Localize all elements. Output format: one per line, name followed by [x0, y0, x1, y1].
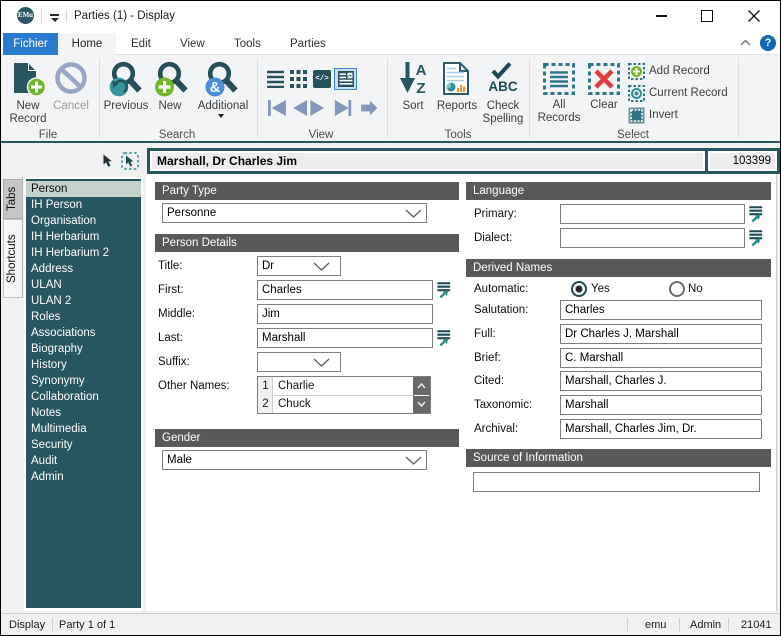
svg-text:Z: Z	[416, 80, 425, 95]
svg-text:A: A	[416, 62, 427, 79]
svg-text:ABC: ABC	[488, 79, 517, 94]
svg-text:&: &	[210, 80, 221, 96]
